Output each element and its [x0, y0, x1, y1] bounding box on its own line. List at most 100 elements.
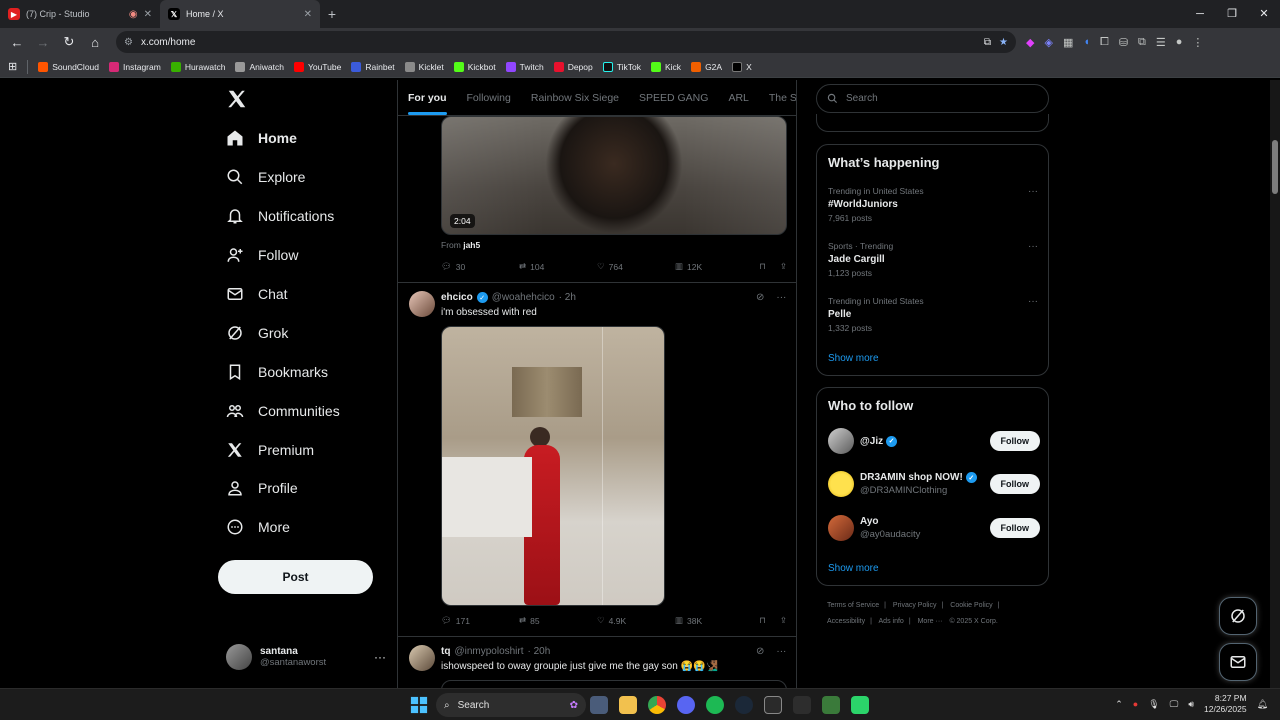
file-explorer-icon[interactable]: [619, 696, 637, 714]
trend-item[interactable]: Trending in United States Pelle 1,332 po…: [828, 296, 1038, 333]
extension-icon[interactable]: ◆: [1026, 36, 1034, 49]
like-button[interactable]: ♡ 4.9K: [597, 615, 675, 626]
post-time[interactable]: · 2h: [559, 292, 576, 303]
more-dots-icon[interactable]: ···: [776, 292, 786, 303]
app-icon[interactable]: [851, 696, 869, 714]
tab-speed-gang[interactable]: SPEED GANG: [629, 80, 718, 115]
nav-follow[interactable]: Follow: [226, 246, 298, 264]
search-input[interactable]: Search: [816, 84, 1049, 113]
install-app-icon[interactable]: ⧉: [984, 37, 991, 48]
nav-bookmarks[interactable]: Bookmarks: [226, 363, 328, 381]
bookmark-depop[interactable]: Depop: [553, 61, 593, 72]
follow-button[interactable]: Follow: [989, 474, 1040, 494]
page-scrollbar[interactable]: [1270, 80, 1280, 688]
tab-following[interactable]: Following: [457, 80, 521, 115]
author-handle[interactable]: @inmypoloshirt: [454, 646, 523, 657]
nav-notifications[interactable]: Notifications: [226, 207, 334, 225]
extension-icon[interactable]: ⛁: [1119, 36, 1128, 49]
nav-more[interactable]: More: [226, 518, 290, 536]
nav-premium[interactable]: Premium: [226, 441, 314, 459]
extension-icon[interactable]: ▦: [1063, 36, 1073, 49]
steam-icon[interactable]: [735, 696, 753, 714]
chrome-icon[interactable]: [648, 696, 666, 714]
bookmark-tiktok[interactable]: TikTok: [602, 61, 641, 72]
browser-tab-active[interactable]: 𝕏 Home / X ✕: [160, 0, 320, 28]
bookmark-star-icon[interactable]: ★: [999, 37, 1008, 48]
new-tab-icon[interactable]: +: [320, 6, 344, 22]
browser-menu-icon[interactable]: ⋮: [1192, 36, 1203, 49]
bookmark-kickbot[interactable]: Kickbot: [453, 61, 496, 72]
repost-button[interactable]: ⇄ 85: [519, 615, 597, 626]
follow-suggestion[interactable]: @Jiz ✓ Follow: [828, 428, 1040, 454]
back-icon[interactable]: ←: [6, 35, 28, 50]
bookmark-aniwatch[interactable]: Aniwatch: [235, 61, 284, 72]
share-icon[interactable]: ⇪: [780, 261, 787, 272]
footer-link[interactable]: Ads info: [879, 618, 904, 625]
reload-icon[interactable]: ↻: [58, 34, 80, 50]
author-name[interactable]: tq: [441, 646, 450, 657]
bookmark-youtube[interactable]: YouTube: [293, 61, 341, 72]
bookmark-icon[interactable]: ⊓: [759, 615, 766, 626]
repost-button[interactable]: ⇄ 104: [519, 261, 597, 272]
bookmark-hurawatch[interactable]: Hurawatch: [170, 61, 225, 72]
app-icon[interactable]: [822, 696, 840, 714]
views-button[interactable]: ▥ 38K: [675, 615, 735, 626]
close-window-icon[interactable]: ✕: [1248, 0, 1280, 28]
nav-home[interactable]: Home: [226, 129, 297, 147]
tab-the-stable[interactable]: The Stabl: [759, 80, 796, 115]
tab-rainbow-six-siege[interactable]: Rainbow Six Siege: [521, 80, 629, 115]
footer-link[interactable]: Privacy Policy: [893, 602, 937, 609]
grok-fab[interactable]: [1219, 597, 1257, 635]
close-tab-icon[interactable]: ✕: [304, 9, 312, 20]
like-button[interactable]: ♡ 764: [597, 261, 675, 272]
network-icon[interactable]: 🖵︎: [1170, 699, 1179, 710]
post-image[interactable]: [441, 326, 665, 606]
chevron-up-icon[interactable]: ⌃: [1115, 699, 1123, 710]
nav-grok[interactable]: Grok: [226, 324, 288, 342]
source-user-link[interactable]: jah5: [463, 240, 480, 250]
reply-button[interactable]: 💬︎ 30: [441, 261, 519, 272]
extensions-puzzle-icon[interactable]: ⧠: [1100, 36, 1109, 49]
footer-link[interactable]: Cookie Policy: [950, 602, 992, 609]
views-button[interactable]: ▥ 12K: [675, 261, 735, 272]
forward-icon[interactable]: →: [32, 35, 54, 50]
nav-communities[interactable]: Communities: [226, 402, 340, 420]
more-dots-icon[interactable]: ···: [1028, 241, 1038, 252]
show-more-link[interactable]: Show more: [828, 563, 879, 574]
post-media[interactable]: [441, 680, 787, 688]
grok-icon[interactable]: ⊘: [756, 292, 764, 303]
nav-profile[interactable]: Profile: [226, 479, 298, 497]
avatar[interactable]: [409, 645, 435, 671]
profile-avatar-icon[interactable]: ●: [1176, 36, 1183, 48]
bookmark-kicklet[interactable]: Kicklet: [404, 61, 444, 72]
trend-item[interactable]: Sports · Trending Jade Cargill 1,123 pos…: [828, 241, 1038, 278]
author-name[interactable]: ehcico: [441, 292, 473, 303]
follow-suggestion[interactable]: Ayo @ay0audacity Follow: [828, 515, 1040, 541]
close-tab-icon[interactable]: ✕: [144, 9, 152, 20]
epic-games-icon[interactable]: [764, 696, 782, 714]
trend-item[interactable]: Trending in United States #WorldJuniors …: [828, 186, 1038, 223]
tab-arl[interactable]: ARL: [718, 80, 758, 115]
extension-icon[interactable]: ◈: [1044, 36, 1052, 49]
show-more-link[interactable]: Show more: [828, 353, 879, 364]
spotify-icon[interactable]: [706, 696, 724, 714]
apps-grid-icon[interactable]: ⊞: [8, 60, 17, 73]
more-dots-icon[interactable]: ···: [374, 650, 386, 664]
footer-link[interactable]: More ···: [918, 618, 943, 625]
discord-icon[interactable]: [677, 696, 695, 714]
tab-for-you[interactable]: For you: [398, 80, 457, 115]
bookmark-kick[interactable]: Kick: [651, 61, 681, 72]
address-bar[interactable]: ⚙ x.com/home ⧉ ★: [116, 31, 1016, 53]
browser-tab[interactable]: ▶ (7) Crip - Studio ◉ ✕: [0, 0, 160, 28]
follow-button[interactable]: Follow: [989, 431, 1040, 451]
volume-icon[interactable]: 🔊︎: [1188, 699, 1194, 710]
settings-app-icon[interactable]: [590, 696, 608, 714]
post-button[interactable]: Post: [218, 560, 373, 594]
x-logo-icon[interactable]: [226, 88, 248, 110]
reading-list-icon[interactable]: ☰: [1156, 36, 1166, 49]
account-switcher[interactable]: santana @santanaworst ···: [226, 640, 386, 674]
taskbar-search[interactable]: ⌕ Search ✿: [436, 693, 586, 717]
nav-explore[interactable]: Explore: [226, 168, 305, 186]
more-dots-icon[interactable]: ···: [776, 646, 786, 657]
messages-fab[interactable]: [1219, 643, 1257, 681]
